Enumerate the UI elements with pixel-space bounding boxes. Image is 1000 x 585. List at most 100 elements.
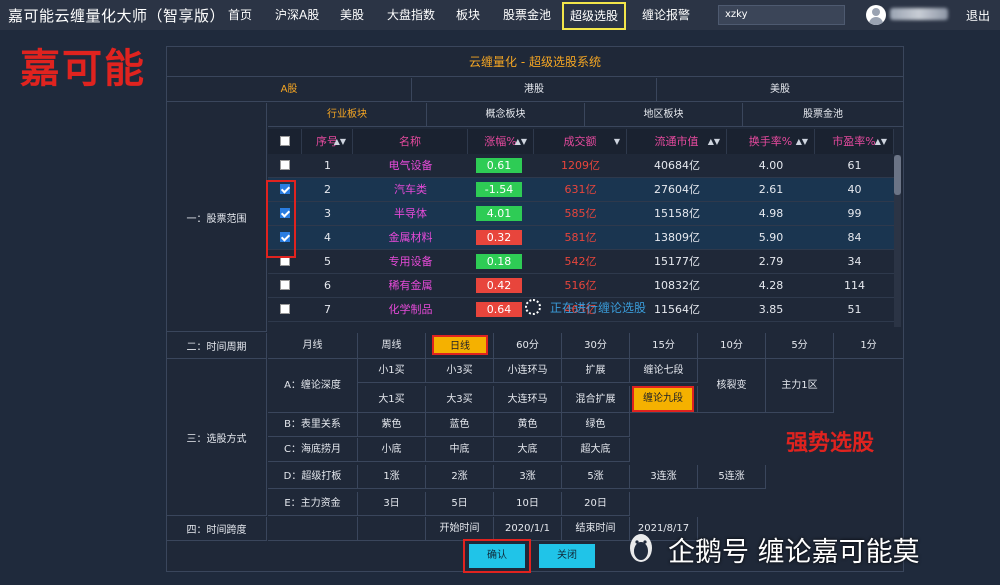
method-a-option[interactable]: 大连环马 [494,386,562,413]
table-scrollbar[interactable] [894,155,901,327]
row-change: 0.18 [476,254,522,269]
period-option[interactable]: 60分 [494,333,562,359]
method-c-option[interactable]: 大底 [494,438,562,462]
tab-hk-shares[interactable]: 港股 [412,78,657,102]
row-market-cap: 27604亿 [654,183,700,196]
method-b-option[interactable]: 紫色 [358,413,426,437]
tab-industry[interactable]: 行业板块 [268,103,427,127]
table-row[interactable]: 2 汽车类 -1.54 631亿 27604亿 2.61 40 [268,178,894,202]
method-a-option[interactable]: 大3买 [426,386,494,413]
method-a-label: A：缠论深度 [268,359,358,413]
row-no: 7 [324,303,331,316]
tab-us-shares[interactable]: 美股 [657,78,903,102]
nav-super-picker[interactable]: 超级选股 [562,2,627,30]
method-a-option-selected[interactable]: 缠论九段 [630,386,698,413]
select-all-header[interactable] [268,129,302,154]
method-c-label: C：海底捞月 [268,438,358,462]
nav-us-stocks[interactable]: 美股 [340,0,364,30]
method-c-option[interactable]: 中底 [426,438,494,462]
method-a-option[interactable]: 核裂变 [698,359,766,413]
row-checkbox[interactable] [280,160,290,170]
row-name[interactable]: 汽车类 [353,178,468,202]
close-button[interactable]: 关闭 [539,544,595,568]
method-a-option[interactable]: 小连环马 [494,359,562,383]
tab-region[interactable]: 地区板块 [585,103,743,127]
tab-a-shares[interactable]: A股 [167,78,412,102]
method-d-option[interactable]: 3连涨 [630,465,698,489]
nav-alerts[interactable]: 缠论报警 [642,0,690,30]
method-a-option[interactable]: 扩展 [562,359,630,383]
row-checkbox[interactable] [280,280,290,290]
span-blank-2 [358,517,426,541]
logout-link[interactable]: 退出 [966,7,990,24]
stock-picker-panel: 云缠量化 - 超级选股系统 A股 港股 美股 一：股票范围 行业板块 概念板块 … [166,46,904,573]
row-no: 4 [324,231,331,244]
select-all-checkbox[interactable] [280,136,290,146]
method-a-option[interactable]: 小1买 [358,359,426,383]
method-c-option[interactable]: 小底 [358,438,426,462]
col-amount[interactable]: 成交额 ▼ [534,129,627,154]
nav-sectors[interactable]: 板块 [456,0,480,30]
method-b-label: B：表里关系 [268,413,358,437]
table-row[interactable]: 3 半导体 4.01 585亿 15158亿 4.98 99 [268,202,894,226]
method-e-option[interactable]: 20日 [562,492,630,516]
period-option[interactable]: 月线 [268,333,358,359]
col-pe[interactable]: 市盈率% ▲▼ [815,129,894,154]
period-option[interactable]: 10分 [698,333,766,359]
method-d-option[interactable]: 3涨 [494,465,562,489]
nav-stock-pool[interactable]: 股票金池 [503,0,551,30]
table-row[interactable]: 4 金属材料 0.32 581亿 13809亿 5.90 84 [268,226,894,250]
method-a-option[interactable]: 小3买 [426,359,494,383]
method-a-option[interactable]: 缠论七段 [630,359,698,383]
search-input[interactable]: xzky [718,5,845,25]
row-pe: 40 [847,183,862,196]
start-time-input[interactable]: 2020/1/1 [494,517,562,541]
row-name[interactable]: 专用设备 [353,250,468,274]
period-option[interactable]: 1分 [834,333,904,359]
nav-index[interactable]: 大盘指数 [387,0,435,30]
tab-concept[interactable]: 概念板块 [427,103,585,127]
method-a-option[interactable]: 主力1区 [766,359,834,413]
row-market-cap: 40684亿 [654,159,700,172]
row-amount: 631亿 [564,183,597,196]
watermark-right: 强势选股 [786,431,875,456]
method-e-option[interactable]: 10日 [494,492,562,516]
row-name[interactable]: 稀有金属 [353,274,468,298]
avatar-icon[interactable] [866,5,886,25]
method-e-option[interactable]: 5日 [426,492,494,516]
col-market-cap[interactable]: 流通市值 ▲▼ [627,129,727,154]
period-option[interactable]: 15分 [630,333,698,359]
nav-a-shares[interactable]: 沪深A股 [275,0,319,30]
table-row[interactable]: 5 专用设备 0.18 542亿 15177亿 2.79 34 [268,250,894,274]
method-a-option[interactable]: 混合扩展 [562,386,630,413]
period-option[interactable]: 5分 [766,333,834,359]
method-a-option[interactable]: 大1买 [358,386,426,413]
period-option[interactable]: 30分 [562,333,630,359]
row-name[interactable]: 金属材料 [353,226,468,250]
period-option[interactable]: 周线 [358,333,426,359]
table-row[interactable]: 6 稀有金属 0.42 516亿 10832亿 4.28 114 [268,274,894,298]
method-c-option[interactable]: 超大底 [562,438,630,462]
nav-home[interactable]: 首页 [228,0,252,30]
row-pe: 61 [847,159,862,172]
method-b-option[interactable]: 绿色 [562,413,630,437]
method-d-option[interactable]: 2涨 [426,465,494,489]
period-option-selected[interactable]: 日线 [426,333,494,359]
method-b-option[interactable]: 蓝色 [426,413,494,437]
method-d-option[interactable]: 5涨 [562,465,630,489]
row-turnover: 2.61 [758,183,784,196]
row-checkbox[interactable] [280,304,290,314]
scroll-thumb[interactable] [894,155,901,195]
row-name[interactable]: 化学制品 [353,298,468,322]
method-b-option[interactable]: 黄色 [494,413,562,437]
tab-pool[interactable]: 股票金池 [743,103,903,127]
method-d-option[interactable]: 5连涨 [698,465,766,489]
watermark-top-left: 嘉可能 [20,45,146,92]
row-name[interactable]: 电气设备 [353,154,468,178]
col-change[interactable]: 涨幅% ▲▼ [468,129,534,154]
col-turnover[interactable]: 换手率% ▲▼ [727,129,815,154]
row-name[interactable]: 半导体 [353,202,468,226]
method-d-option[interactable]: 1涨 [358,465,426,489]
method-e-option[interactable]: 3日 [358,492,426,516]
table-row[interactable]: 1 电气设备 0.61 1209亿 40684亿 4.00 61 [268,154,894,178]
